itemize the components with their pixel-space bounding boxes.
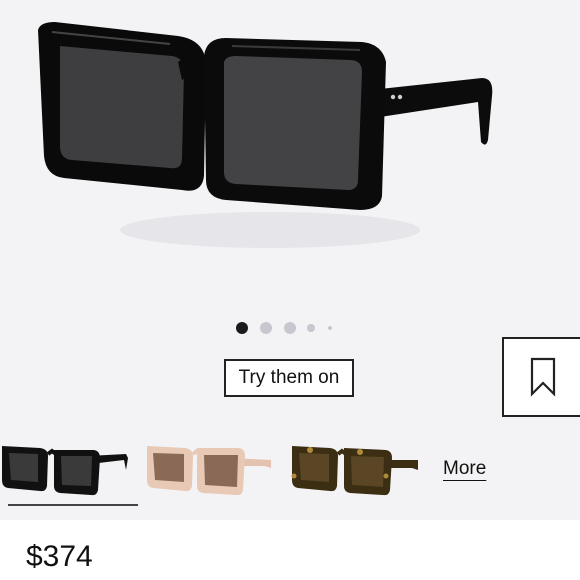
product-image-gallery[interactable]: Try them on More xyxy=(0,0,580,520)
sunglasses-pink-icon xyxy=(147,446,271,496)
product-price: $374 xyxy=(26,540,93,573)
reflection-shadow xyxy=(120,212,420,248)
left-lens xyxy=(60,46,184,169)
selected-underline xyxy=(8,504,138,506)
try-on-button[interactable]: Try them on xyxy=(224,359,354,397)
right-lens xyxy=(224,56,362,190)
save-bookmark-button[interactable] xyxy=(502,337,580,417)
sunglasses-main-image xyxy=(38,22,493,248)
more-variants-link[interactable]: More xyxy=(443,458,486,480)
carousel-dot-5[interactable] xyxy=(328,326,332,330)
thumbnail-pink[interactable] xyxy=(145,436,275,506)
sunglasses-black-icon xyxy=(2,446,128,496)
temple-arm xyxy=(370,78,493,145)
carousel-dots[interactable] xyxy=(236,321,336,335)
thumbnail-black[interactable] xyxy=(0,436,138,506)
carousel-dot-3[interactable] xyxy=(284,322,296,334)
sunglasses-tortoise-icon xyxy=(291,446,418,496)
thumbnail-tortoise[interactable] xyxy=(290,436,420,506)
carousel-dot-2[interactable] xyxy=(260,322,272,334)
bookmark-icon xyxy=(530,357,556,397)
product-info: $374 xyxy=(0,520,580,580)
carousel-dot-4[interactable] xyxy=(307,324,315,332)
variant-thumbnails[interactable]: More xyxy=(0,436,580,516)
carousel-dot-1[interactable] xyxy=(236,322,248,334)
